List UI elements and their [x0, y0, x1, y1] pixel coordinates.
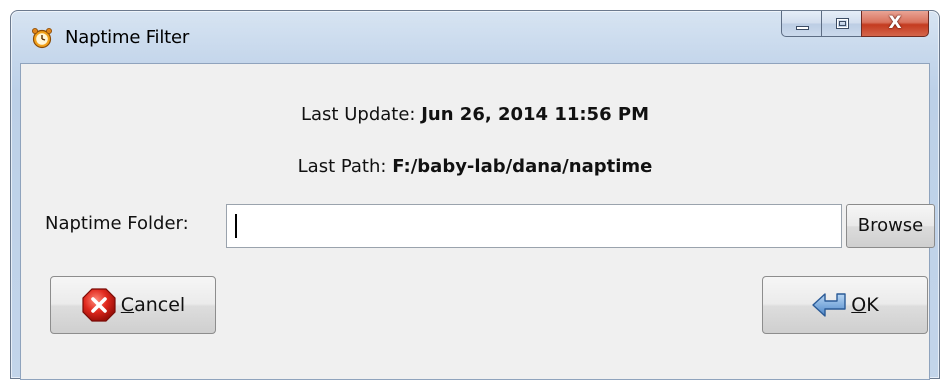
ok-button[interactable]: OK: [762, 276, 928, 334]
last-update-label: Last Update:: [301, 104, 416, 125]
cancel-x-icon: [82, 288, 116, 322]
enter-arrow-icon: [812, 293, 846, 317]
browse-button[interactable]: Browse: [846, 204, 935, 248]
alarm-clock-icon: [32, 28, 52, 49]
close-button[interactable]: X: [861, 11, 929, 37]
naptime-folder-input[interactable]: [226, 204, 842, 248]
text-caret: [235, 214, 237, 238]
cancel-label: Cancel: [120, 294, 186, 316]
ok-label: OK: [851, 294, 879, 316]
last-path-line: Last Path: F:/baby-lab/dana/naptime: [21, 156, 929, 177]
close-icon: X: [888, 13, 902, 33]
last-path-label: Last Path:: [297, 156, 387, 177]
caption-buttons: X: [781, 11, 929, 39]
last-update-value: Jun 26, 2014 11:56 PM: [421, 104, 649, 125]
dialog-window: Naptime Filter X Last Update: Jun 26, 20…: [10, 10, 940, 380]
title-bar[interactable]: Naptime Filter X: [11, 11, 939, 63]
cancel-button[interactable]: Cancel: [50, 276, 216, 334]
maximize-button[interactable]: [821, 11, 861, 37]
window-title: Naptime Filter: [65, 27, 190, 48]
maximize-icon: [836, 18, 849, 29]
last-path-value: F:/baby-lab/dana/naptime: [392, 156, 653, 177]
minimize-icon: [796, 26, 809, 30]
last-update-line: Last Update: Jun 26, 2014 11:56 PM: [21, 104, 929, 125]
naptime-folder-label: Naptime Folder:: [45, 213, 189, 234]
minimize-button[interactable]: [781, 11, 821, 37]
dialog-content: Last Update: Jun 26, 2014 11:56 PM Last …: [20, 63, 935, 380]
